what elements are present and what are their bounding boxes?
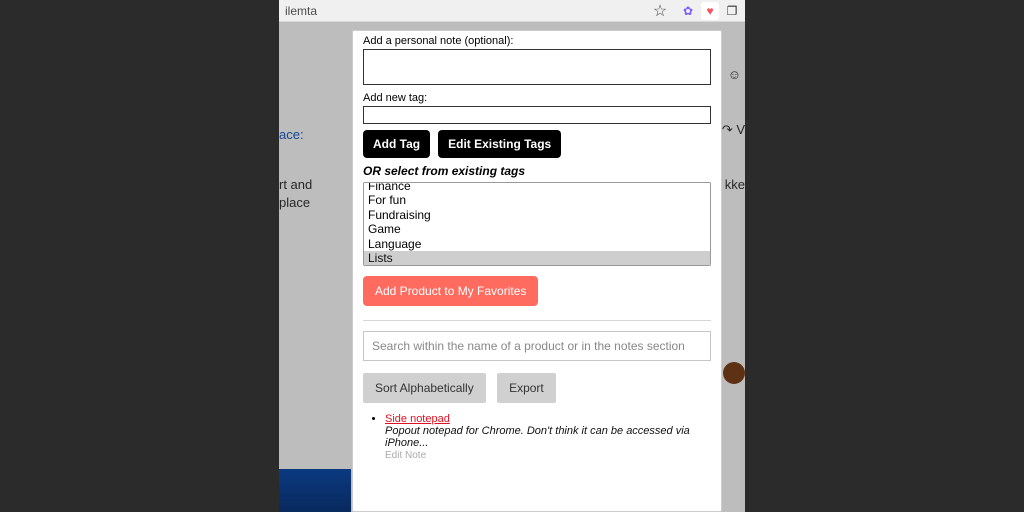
new-tag-input[interactable] (363, 106, 711, 124)
gear-icon[interactable]: ✿ (679, 2, 697, 20)
tag-option[interactable]: Fundraising (364, 208, 710, 222)
edit-tags-button[interactable]: Edit Existing Tags (438, 130, 561, 158)
url-bar: ilemta ☆ ✿ ♥ ❐ (279, 0, 745, 22)
extension-popup: Add a personal note (optional): Add new … (352, 30, 722, 512)
action-row: Sort Alphabetically Export (363, 361, 711, 403)
favorite-link[interactable]: Side notepad (385, 413, 450, 425)
tag-option[interactable]: For fun (364, 193, 710, 207)
export-button[interactable]: Export (497, 373, 556, 403)
or-select-text: OR select from existing tags (363, 164, 711, 178)
heart-icon[interactable]: ♥ (701, 2, 719, 20)
url-text: ilemta (285, 4, 647, 18)
tag-option[interactable]: Lists (364, 251, 710, 265)
note-label: Add a personal note (optional): (363, 35, 711, 47)
personal-note-input[interactable] (363, 49, 711, 85)
star-icon[interactable]: ☆ (651, 2, 669, 20)
tag-option[interactable]: Finance (364, 182, 710, 193)
favorite-item: Side notepad Popout notepad for Chrome. … (385, 413, 711, 461)
tag-label: Add new tag: (363, 92, 711, 104)
divider (363, 320, 711, 321)
edit-note-link[interactable]: Edit Note (385, 450, 426, 461)
search-input[interactable] (363, 331, 711, 361)
sort-button[interactable]: Sort Alphabetically (363, 373, 486, 403)
favorite-note: Popout notepad for Chrome. Don't think i… (385, 425, 690, 449)
existing-tags-list[interactable]: Finance For fun Fundraising Game Languag… (363, 182, 711, 266)
add-tag-button[interactable]: Add Tag (363, 130, 430, 158)
tag-option[interactable]: Language (364, 237, 710, 251)
favorites-list: Side notepad Popout notepad for Chrome. … (385, 413, 711, 461)
browser-screenshot: ilemta ☆ ✿ ♥ ❐ ace: rt and place kke ☺ ↷… (279, 0, 745, 512)
extensions-icon[interactable]: ❐ (723, 2, 741, 20)
add-product-button[interactable]: Add Product to My Favorites (363, 276, 538, 306)
tag-buttons: Add Tag Edit Existing Tags (363, 130, 711, 158)
tag-option[interactable]: Game (364, 222, 710, 236)
